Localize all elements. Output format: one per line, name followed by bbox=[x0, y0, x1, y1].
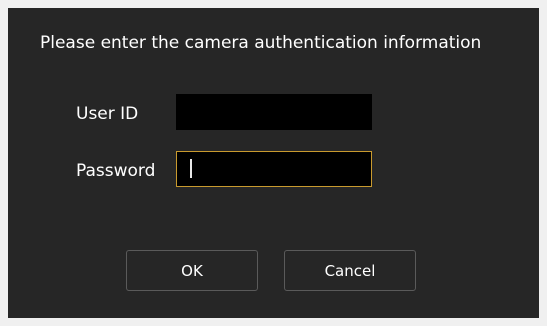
text-cursor bbox=[190, 159, 192, 178]
camera-auth-dialog: Please enter the camera authentication i… bbox=[8, 8, 539, 318]
cancel-button[interactable]: Cancel bbox=[284, 250, 416, 291]
password-label: Password bbox=[76, 161, 156, 181]
user-id-label: User ID bbox=[76, 104, 139, 124]
password-field[interactable] bbox=[176, 151, 372, 187]
user-id-field[interactable] bbox=[176, 94, 372, 130]
ok-button[interactable]: OK bbox=[126, 250, 258, 291]
dialog-title: Please enter the camera authentication i… bbox=[40, 33, 482, 53]
